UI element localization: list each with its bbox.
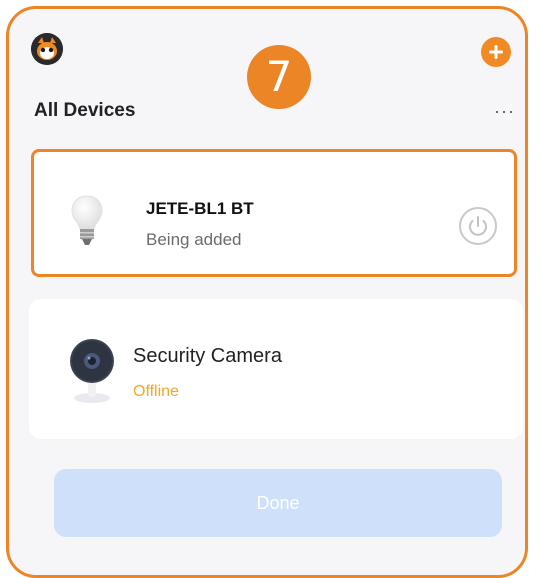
device-card-bulb[interactable]: JETE-BL1 BT Being added xyxy=(31,149,517,277)
device-name: JETE-BL1 BT xyxy=(146,199,254,218)
power-icon xyxy=(469,216,487,236)
device-card-camera[interactable]: Security Camera Offline xyxy=(29,299,523,439)
light-bulb-icon xyxy=(71,195,103,245)
page-title: All Devices xyxy=(34,100,136,121)
power-button[interactable] xyxy=(459,207,497,245)
app-frame: 7 All Devices ··· JETE-BL1 BT Being adde… xyxy=(6,6,528,578)
add-device-button[interactable] xyxy=(481,37,511,67)
step-badge: 7 xyxy=(247,45,311,109)
done-button[interactable]: Done xyxy=(54,469,502,537)
device-status: Being added xyxy=(146,230,242,249)
more-options-button[interactable]: ··· xyxy=(494,101,515,122)
avatar[interactable] xyxy=(31,33,63,65)
device-name: Security Camera xyxy=(133,345,282,367)
user-avatar-icon xyxy=(31,33,63,65)
camera-icon xyxy=(70,339,114,403)
device-status-offline: Offline xyxy=(133,383,179,400)
